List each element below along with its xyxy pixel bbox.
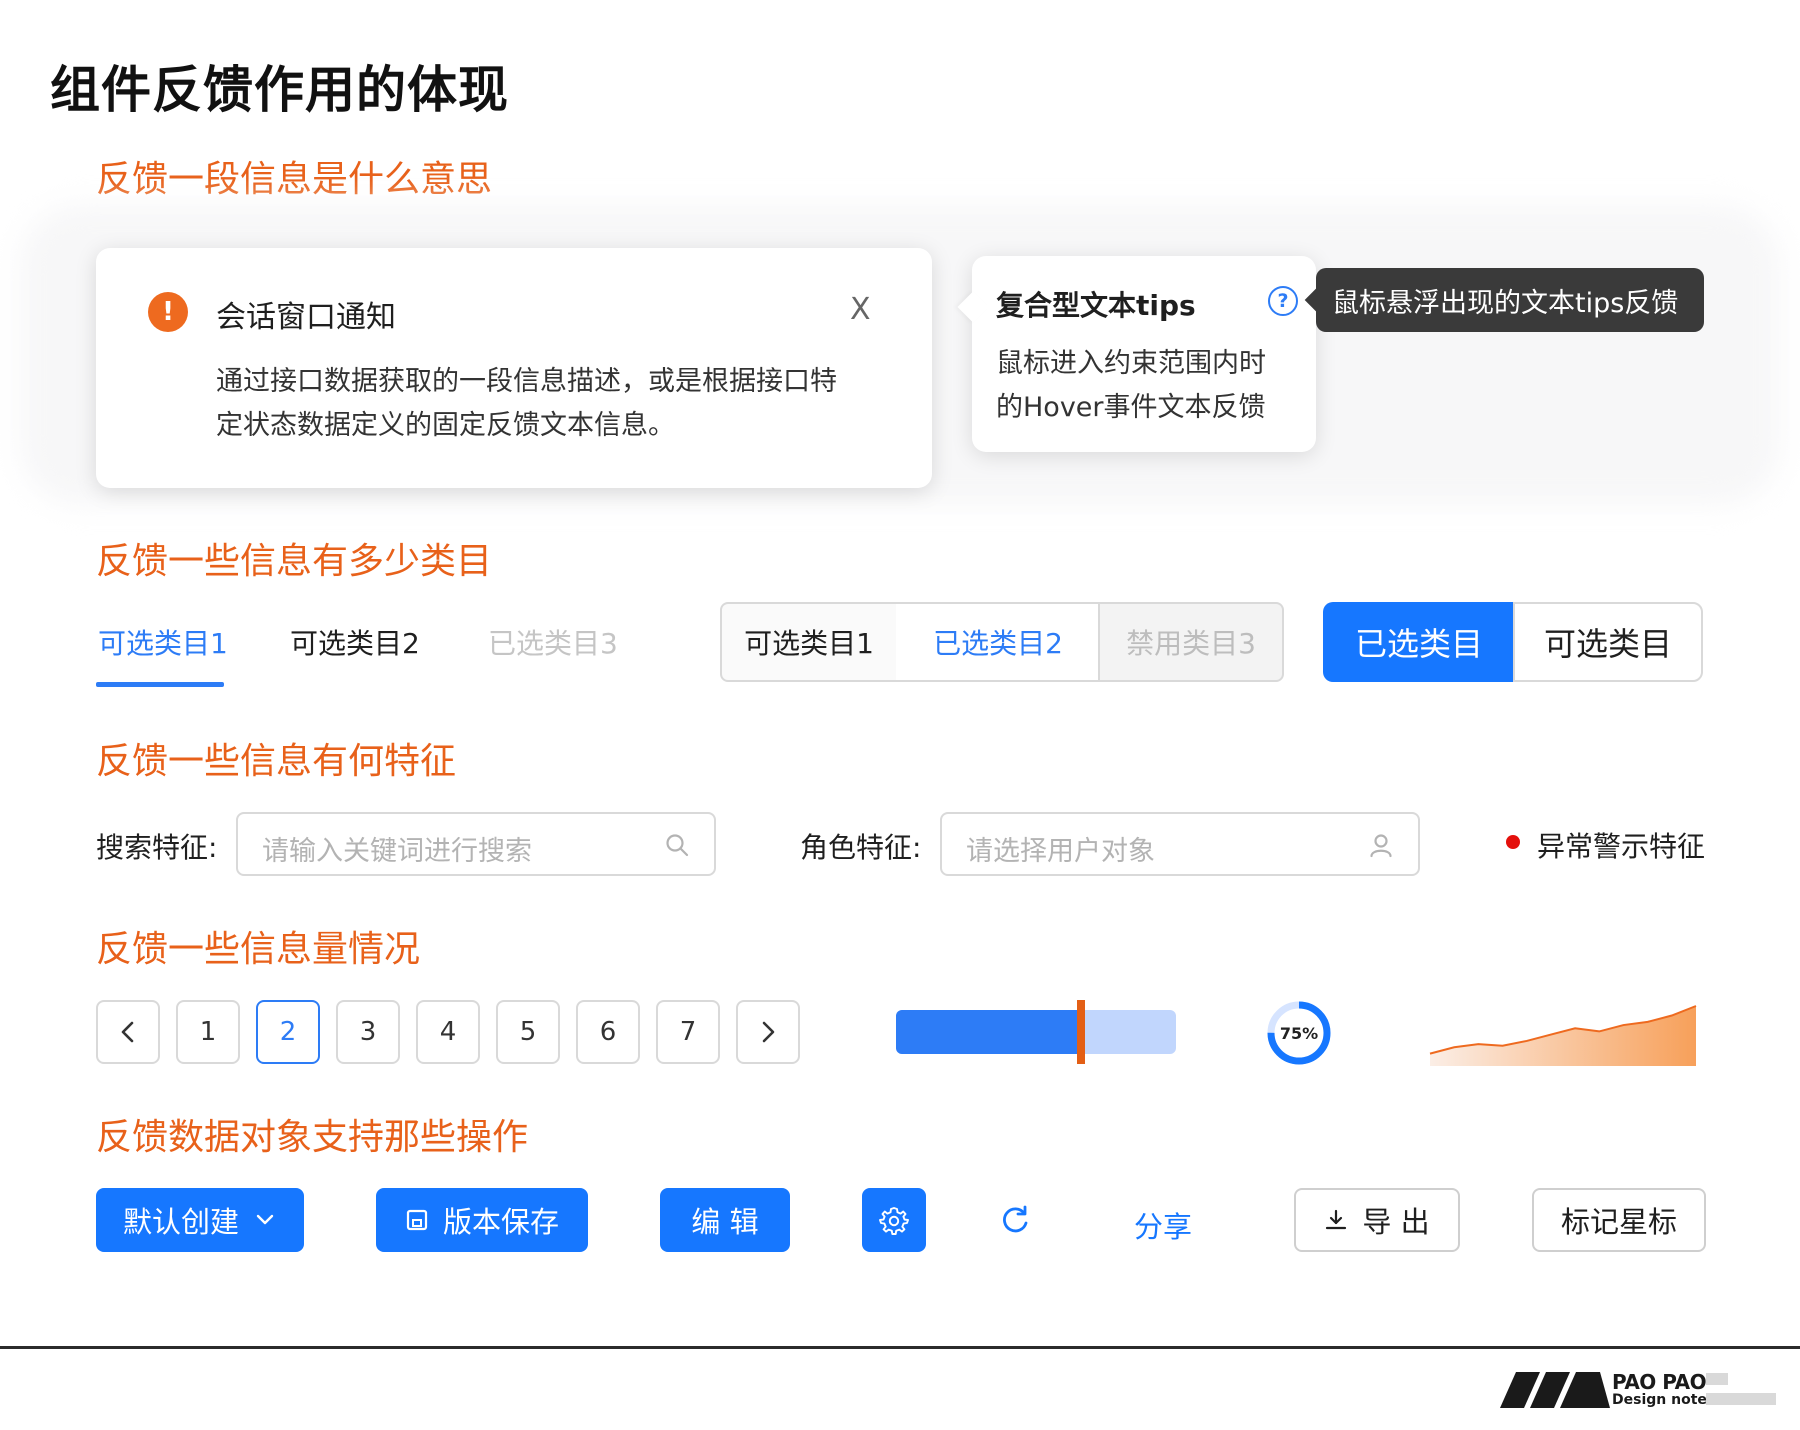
role-placeholder: 请选择用户对象	[966, 836, 1155, 867]
save-version-button[interactable]: 版本保存	[376, 1188, 588, 1252]
prev-page-button[interactable]	[96, 1000, 160, 1064]
progress-marker[interactable]	[1077, 1000, 1085, 1064]
page-title: 组件反馈作用的体现	[50, 61, 509, 119]
section-heading-meaning: 反馈一段信息是什么意思	[96, 159, 493, 200]
trend-sparkline	[1429, 1005, 1697, 1066]
footer-divider	[0, 1346, 1800, 1349]
toggle-selected[interactable]: 已选类目	[1323, 602, 1515, 682]
user-icon	[1370, 834, 1392, 858]
section-heading-features: 反馈一些信息有何特征	[96, 741, 457, 782]
download-icon	[1326, 1209, 1347, 1230]
page-button-7[interactable]: 7	[656, 1000, 720, 1064]
tab-active-indicator	[96, 682, 224, 687]
chevron-down-icon	[256, 1214, 274, 1225]
section-heading-categories: 反馈一些信息有多少类目	[96, 541, 493, 582]
tab-category-2[interactable]: 可选类目2	[290, 622, 420, 662]
settings-button[interactable]	[862, 1188, 926, 1252]
exclamation-icon: !	[148, 292, 188, 332]
question-icon[interactable]: ?	[1268, 286, 1298, 316]
page-button-3[interactable]: 3	[336, 1000, 400, 1064]
page-button-1[interactable]: 1	[176, 1000, 240, 1064]
edit-button[interactable]: 编 辑	[660, 1188, 790, 1252]
progress-fill	[896, 1010, 1081, 1054]
alert-feature-label: 异常警示特征	[1537, 830, 1706, 863]
sparkline-area	[1430, 1006, 1696, 1066]
segment-category-3: 禁用类目3	[1098, 602, 1284, 682]
segment-category-2[interactable]: 已选类目2	[896, 602, 1100, 682]
segment-category-1[interactable]: 可选类目1	[720, 602, 898, 682]
toggle-optional[interactable]: 可选类目	[1513, 602, 1703, 682]
tip-title: 复合型文本tips	[996, 289, 1196, 322]
notification-title: 会话窗口通知	[216, 300, 396, 335]
share-link[interactable]: 分享	[1134, 1204, 1192, 1246]
chevron-left-icon	[121, 1021, 134, 1043]
hover-tooltip: 鼠标悬浮出现的文本tips反馈	[1304, 268, 1704, 332]
refresh-icon[interactable]	[999, 1204, 1031, 1236]
search-placeholder: 请输入关键词进行搜索	[262, 836, 532, 867]
search-icon	[666, 834, 689, 857]
section-heading-quantity: 反馈一些信息量情况	[96, 929, 421, 970]
brand-tagline: Design notes	[1612, 1392, 1716, 1408]
role-label: 角色特征:	[800, 831, 922, 864]
tab-category-1[interactable]: 可选类目1	[98, 622, 228, 662]
tip-body-line: 的Hover事件文本反馈	[996, 392, 1266, 423]
page-button-2[interactable]: 2	[256, 1000, 320, 1064]
tab-category-3: 已选类目3	[488, 627, 618, 660]
progress-ring-label: 75%	[1279, 1023, 1319, 1043]
star-mark-button[interactable]: 标记星标	[1532, 1188, 1706, 1252]
brand-logo-icon	[1500, 1372, 1610, 1408]
notification-body-line: 通过接口数据获取的一段信息描述，或是根据接口特	[216, 366, 837, 397]
page-button-6[interactable]: 6	[576, 1000, 640, 1064]
default-create-button[interactable]: 默认创建	[96, 1188, 304, 1252]
section-heading-operations: 反馈数据对象支持那些操作	[96, 1117, 529, 1158]
save-version-label: 版本保存	[442, 1205, 559, 1239]
page-button-4[interactable]: 4	[416, 1000, 480, 1064]
search-input[interactable]: 请输入关键词进行搜索	[236, 812, 716, 876]
brand-name: PAO PAO	[1612, 1370, 1707, 1394]
notification-body: 通过接口数据获取的一段信息描述，或是根据接口特 定状态数据定义的固定反馈文本信息…	[216, 360, 876, 448]
default-create-label: 默认创建	[122, 1205, 239, 1239]
page-button-5[interactable]: 5	[496, 1000, 560, 1064]
tip-body-line: 鼠标进入约束范围内时	[996, 348, 1266, 379]
alert-dot	[1506, 835, 1520, 849]
logo-decor-bar	[1706, 1373, 1728, 1385]
gear-icon	[879, 1207, 909, 1235]
search-label: 搜索特征:	[96, 831, 218, 864]
tip-body: 鼠标进入约束范围内时 的Hover事件文本反馈	[996, 342, 1296, 430]
save-icon	[406, 1209, 428, 1231]
role-select[interactable]: 请选择用户对象	[940, 812, 1420, 876]
notification-body-line: 定状态数据定义的固定反馈文本信息。	[216, 410, 675, 441]
hover-tooltip-text: 鼠标悬浮出现的文本tips反馈	[1332, 287, 1679, 319]
next-page-button[interactable]	[736, 1000, 800, 1064]
export-label: 导 出	[1362, 1205, 1430, 1239]
notification-card: ! 会话窗口通知 X 通过接口数据获取的一段信息描述，或是根据接口特 定状态数据…	[96, 248, 932, 488]
export-button[interactable]: 导 出	[1294, 1188, 1460, 1252]
logo-decor-bar	[1706, 1393, 1776, 1405]
composite-tip-card: 复合型文本tips ? 鼠标进入约束范围内时 的Hover事件文本反馈	[957, 256, 1316, 452]
chevron-right-icon	[762, 1021, 775, 1043]
close-icon[interactable]: X	[850, 292, 871, 327]
